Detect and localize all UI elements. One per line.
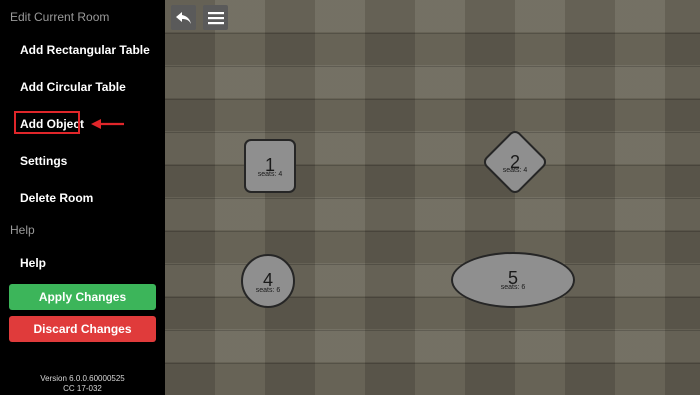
add-rectangular-table-item[interactable]: Add Rectangular Table [20, 43, 150, 57]
settings-item[interactable]: Settings [20, 154, 67, 168]
table-5[interactable]: 5 seats: 6 [451, 252, 575, 308]
edit-room-section-title: Edit Current Room [10, 10, 110, 24]
add-circular-table-item[interactable]: Add Circular Table [20, 80, 126, 94]
back-arrow-icon [175, 11, 191, 24]
pointer-arrow-icon [91, 119, 124, 129]
back-button[interactable] [171, 5, 196, 30]
table-seats: seats: 6 [255, 287, 281, 294]
build-code-text: CC 17-032 [63, 384, 102, 393]
table-2[interactable]: 2 seats: 4 [484, 150, 546, 180]
sidebar: Edit Current Room Add Rectangular Table … [0, 0, 165, 395]
table-4[interactable]: 4 seats: 6 [241, 254, 295, 308]
help-section-title: Help [10, 223, 35, 237]
room-canvas[interactable]: 1 seats: 4 2 seats: 4 4 seats: 6 5 seats… [165, 0, 700, 395]
apply-changes-button[interactable]: Apply Changes [9, 284, 156, 310]
table-seats: seats: 4 [257, 171, 283, 178]
table-seats: seats: 4 [502, 167, 528, 174]
version-text: Version 6.0.0.60000525 [40, 374, 125, 383]
table-1[interactable]: 1 seats: 4 [244, 139, 296, 193]
table-seats: seats: 6 [500, 284, 526, 291]
add-object-highlight [14, 111, 80, 134]
hamburger-menu-icon [207, 11, 224, 24]
help-item[interactable]: Help [20, 256, 46, 270]
menu-button[interactable] [203, 5, 228, 30]
delete-room-item[interactable]: Delete Room [20, 191, 93, 205]
discard-changes-button[interactable]: Discard Changes [9, 316, 156, 342]
